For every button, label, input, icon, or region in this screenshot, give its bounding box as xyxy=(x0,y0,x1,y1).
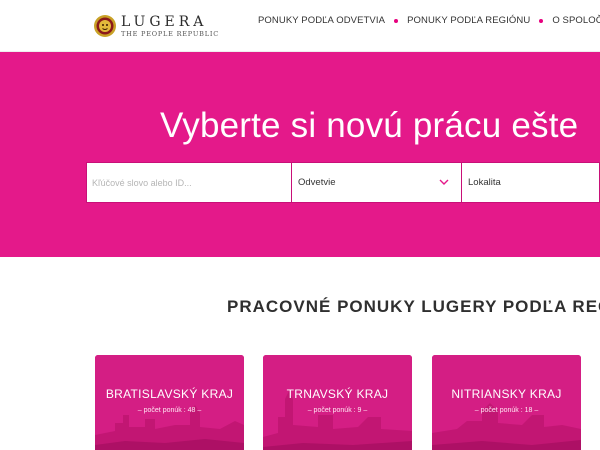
region-card-nitra[interactable]: NITRIANSKY KRAJ – počet ponúk : 18 – xyxy=(432,355,581,450)
chevron-down-icon xyxy=(439,179,449,185)
nav-item-industry-offers[interactable]: PONUKY PODĽA ODVETVIA xyxy=(258,15,385,26)
region-card-count: – počet ponúk : 18 – xyxy=(474,407,539,414)
job-search-bar: Odvetvie Lokalita xyxy=(86,162,600,203)
location-select-label: Lokalita xyxy=(468,177,501,188)
location-select[interactable]: Lokalita xyxy=(461,163,599,202)
region-card-count: – počet ponúk : 9 – xyxy=(307,407,368,414)
nav-separator-dot xyxy=(394,18,399,23)
nav-item-region-offers[interactable]: PONUKY PODĽA REGIÓNU xyxy=(407,15,530,26)
logo[interactable]: LUGERA THE PEOPLE REPUBLIC xyxy=(93,9,219,43)
region-card-title: TRNAVSKÝ KRAJ xyxy=(286,387,389,401)
keyword-search-input[interactable] xyxy=(87,163,291,202)
site-header: LUGERA THE PEOPLE REPUBLIC PONUKY PODĽA … xyxy=(0,0,600,52)
city-skyline-image xyxy=(263,355,412,450)
industry-select-label: Odvetvie xyxy=(298,177,336,188)
region-card-bratislava[interactable]: BRATISLAVSKÝ KRAJ – počet ponúk : 48 – xyxy=(95,355,244,450)
logo-tagline: THE PEOPLE REPUBLIC xyxy=(121,29,219,38)
main-nav: PONUKY PODĽA ODVETVIA PONUKY PODĽA REGIÓ… xyxy=(258,15,600,26)
region-card-title: NITRIANSKY KRAJ xyxy=(451,387,562,401)
page: LUGERA THE PEOPLE REPUBLIC PONUKY PODĽA … xyxy=(0,0,600,450)
region-card-count: – počet ponúk : 48 – xyxy=(137,407,202,414)
logo-text: LUGERA THE PEOPLE REPUBLIC xyxy=(121,13,219,38)
hero-banner: Vyberte si novú prácu ešte Odvetvie Loka… xyxy=(0,52,600,257)
hero-title: Vyberte si novú prácu ešte xyxy=(160,106,579,145)
city-skyline-image xyxy=(95,355,244,450)
industry-select[interactable]: Odvetvie xyxy=(291,163,461,202)
lion-crest-icon xyxy=(94,15,116,37)
logo-name: LUGERA xyxy=(121,13,208,30)
city-skyline-image xyxy=(432,355,581,450)
nav-separator-dot xyxy=(539,18,544,23)
nav-item-about[interactable]: O SPOLOČNOSTI xyxy=(552,15,600,26)
regions-section-title: PRACOVNÉ PONUKY LUGERY PODĽA REGIÓNO xyxy=(227,297,600,316)
region-card-trnava[interactable]: TRNAVSKÝ KRAJ – počet ponúk : 9 – xyxy=(263,355,412,450)
region-card-title: BRATISLAVSKÝ KRAJ xyxy=(105,387,234,401)
